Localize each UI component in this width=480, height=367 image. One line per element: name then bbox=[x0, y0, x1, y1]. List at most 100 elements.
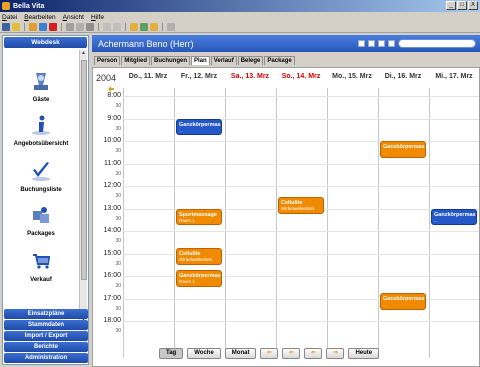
checkmark-icon bbox=[32, 162, 50, 181]
tab-bookings[interactable]: Buchungen bbox=[151, 56, 191, 65]
delete-icon[interactable] bbox=[49, 23, 57, 31]
calendar-event[interactable]: Ganzkörpermas... bbox=[380, 292, 426, 310]
day-header[interactable]: So., 14. Mrz bbox=[276, 73, 326, 80]
sidebar-header[interactable]: Webdesk bbox=[4, 37, 87, 48]
search-input[interactable] bbox=[398, 39, 476, 48]
event-title: Ganzkörpermas bbox=[434, 211, 476, 218]
calendar-event[interactable]: Sportmassage Raum 1 bbox=[176, 208, 222, 226]
menu-hilfe[interactable]: Hilfe bbox=[91, 14, 104, 21]
hour-label: 11:00 bbox=[104, 159, 121, 167]
view-day-button[interactable]: Tag bbox=[159, 347, 184, 359]
toolbar-separator bbox=[98, 23, 99, 31]
close-button[interactable]: X bbox=[468, 1, 478, 10]
hour-row-line bbox=[123, 186, 479, 187]
tab-member[interactable]: Mitglied bbox=[121, 56, 151, 65]
tab-package[interactable]: Package bbox=[264, 56, 295, 65]
calendar-event[interactable]: Cellulite Wirbelwellenbeh. bbox=[278, 197, 324, 215]
view-week-button[interactable]: Woche bbox=[187, 347, 221, 359]
half-hour-label: 30 bbox=[115, 170, 121, 177]
sidebar-scrollbar[interactable]: ▲ ▼ bbox=[79, 50, 87, 324]
menu-ansicht[interactable]: Ansicht bbox=[63, 14, 84, 21]
forward-icon[interactable] bbox=[150, 23, 158, 31]
print-icon[interactable] bbox=[167, 23, 175, 31]
calendar-event[interactable]: Ganzkörpermas... bbox=[380, 141, 426, 158]
minimize-button[interactable]: _ bbox=[446, 1, 456, 10]
next-day-button[interactable]: ⇒ bbox=[326, 347, 345, 359]
day-header[interactable]: Di., 16. Mrz bbox=[378, 73, 428, 80]
hour-label: 14:00 bbox=[103, 227, 121, 234]
day-column-divider bbox=[327, 88, 328, 358]
tab-plan[interactable]: Plan bbox=[191, 56, 210, 65]
toolbar bbox=[0, 22, 480, 33]
day-header[interactable]: Mi., 17. Mrz bbox=[429, 73, 479, 80]
first-arrow-button[interactable]: ⇐ bbox=[260, 347, 279, 359]
undo-icon[interactable] bbox=[103, 23, 111, 31]
menu-bearbeiten[interactable]: Bearbeiten bbox=[24, 14, 55, 21]
sidebar-item-offers[interactable]: Angebotsübersicht bbox=[3, 114, 79, 147]
tab-person[interactable]: Person bbox=[94, 56, 121, 65]
day-header[interactable]: Mo., 15. Mrz bbox=[327, 73, 377, 80]
open-icon[interactable] bbox=[29, 23, 37, 31]
event-title: Ganzkörpermas bbox=[383, 144, 425, 150]
calendar-event[interactable]: Ganzkörpermas... bbox=[431, 208, 477, 226]
import-export-button[interactable]: Import / Export bbox=[4, 331, 88, 341]
administration-button[interactable]: Administration bbox=[4, 353, 88, 363]
main-panel: Achermann Beno (Herr) Person Mitglied Bu… bbox=[92, 35, 480, 367]
prev-week-button[interactable]: ⇐ bbox=[282, 347, 301, 359]
today-button[interactable]: Heute bbox=[348, 347, 380, 359]
deployment-plans-button[interactable]: Einsatzpläne bbox=[4, 309, 88, 319]
calendar-navigation: Tag Woche Monat ⇐ ⇐ ⇐ ⇒ Heute bbox=[93, 346, 480, 360]
redo-icon[interactable] bbox=[113, 23, 121, 31]
view-month-button[interactable]: Monat bbox=[224, 347, 257, 359]
calendar-grid[interactable]: 2004 Do., 11. Mrz Fr., 12. Mrz Sa., 13. Mr… bbox=[92, 67, 480, 367]
master-data-button[interactable]: Stammdaten bbox=[4, 320, 88, 330]
down-icon[interactable] bbox=[388, 40, 395, 47]
sidebar-item-label: Angebotsübersicht bbox=[13, 141, 69, 147]
layout-icon[interactable] bbox=[358, 40, 365, 47]
day-header[interactable]: Sa., 13. Mrz bbox=[225, 73, 275, 80]
sidebar-item-guests[interactable]: Gäste bbox=[3, 70, 79, 103]
up-icon[interactable] bbox=[378, 40, 385, 47]
home-icon[interactable] bbox=[140, 23, 148, 31]
scroll-up-icon[interactable]: ▲ bbox=[80, 50, 87, 57]
half-hour-label: 30 bbox=[115, 238, 121, 245]
sidebar-item-packages[interactable]: Packages bbox=[3, 204, 79, 237]
calendar-event[interactable]: Ganzkörpermas Raum 1 bbox=[176, 270, 222, 288]
half-hour-label: 30 bbox=[115, 260, 121, 267]
tab-bar: Person Mitglied Buchungen Plan Verlauf B… bbox=[92, 54, 480, 65]
day-header[interactable]: Fr., 12. Mrz bbox=[174, 73, 224, 80]
paste-icon[interactable] bbox=[86, 23, 94, 31]
day-header[interactable]: Do., 11. Mrz bbox=[123, 73, 173, 80]
day-column-divider bbox=[174, 88, 175, 358]
new-icon[interactable] bbox=[12, 23, 20, 31]
app-icon bbox=[2, 2, 10, 10]
calendar-event[interactable]: Ganzkörpermas... bbox=[176, 118, 222, 136]
calendar-event[interactable]: Cellulite Wirbelwellenbeh. bbox=[176, 247, 222, 265]
list-icon[interactable] bbox=[368, 40, 375, 47]
hour-label: 18:00 bbox=[103, 317, 121, 324]
copy-icon[interactable] bbox=[76, 23, 84, 31]
day-column-divider bbox=[123, 88, 124, 358]
day-column-divider bbox=[429, 88, 430, 358]
sidebar-bottom-buttons: Einsatzpläne Stammdaten Import / Export … bbox=[4, 308, 88, 363]
guests-icon bbox=[34, 73, 48, 90]
cut-icon[interactable] bbox=[66, 23, 74, 31]
sidebar: Webdesk ▲ ▼ Gäste Angebotsübersicht Buch… bbox=[2, 35, 89, 365]
event-subtitle: Raum 1 bbox=[179, 217, 195, 223]
menu-datei[interactable]: Datei bbox=[2, 14, 17, 21]
maximize-button[interactable]: □ bbox=[457, 1, 467, 10]
reports-button[interactable]: Berichte bbox=[4, 342, 88, 352]
scroll-thumb[interactable] bbox=[81, 60, 87, 280]
prev-day-button[interactable]: ⇐ bbox=[304, 347, 323, 359]
back-icon[interactable] bbox=[130, 23, 138, 31]
tab-receipts[interactable]: Belege bbox=[237, 56, 264, 65]
refresh-icon[interactable] bbox=[39, 23, 47, 31]
hour-row-line bbox=[123, 231, 479, 232]
sidebar-item-sales[interactable]: Verkauf bbox=[3, 250, 79, 283]
sidebar-item-bookings[interactable]: Buchungsliste bbox=[3, 160, 79, 193]
packages-icon bbox=[33, 207, 49, 223]
toolbar-separator bbox=[61, 23, 62, 31]
tab-history[interactable]: Verlauf bbox=[210, 56, 237, 65]
info-icon bbox=[32, 115, 50, 135]
save-icon[interactable] bbox=[2, 23, 10, 31]
